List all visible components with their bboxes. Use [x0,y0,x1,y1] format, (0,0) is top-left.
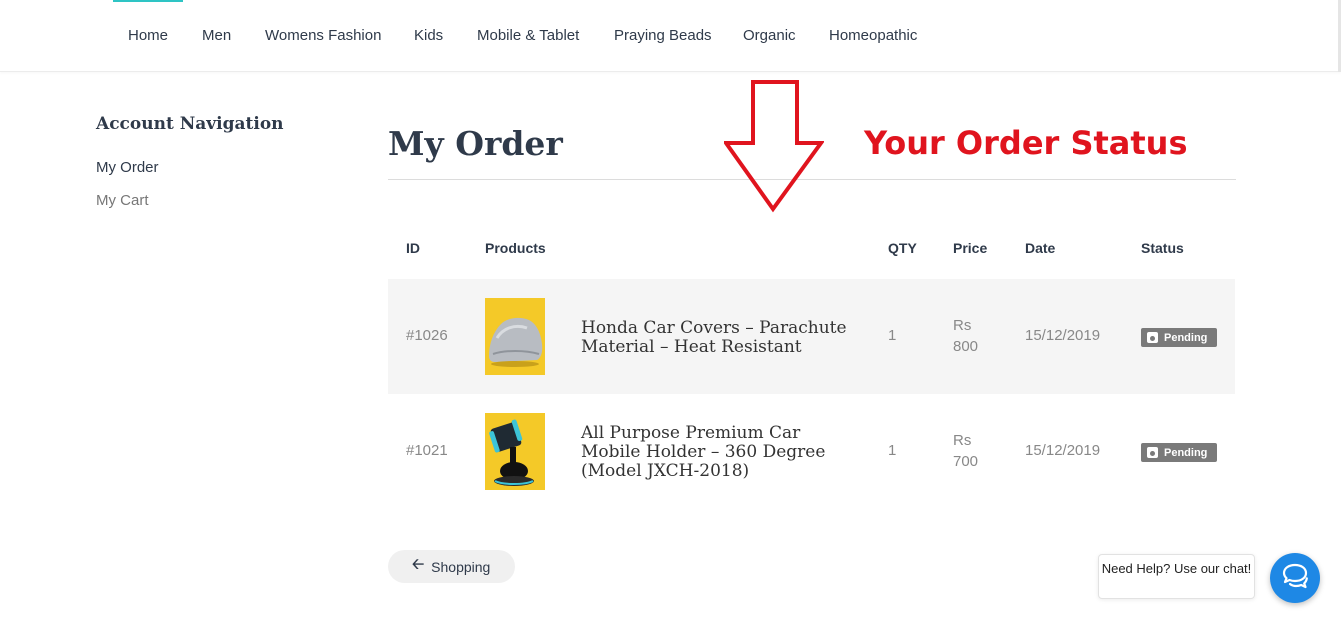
arrow-left-icon: 🡠 [412,556,425,573]
shopping-button-label: Shopping [431,558,491,575]
product-name[interactable]: Honda Car Covers – Parachute Material – … [581,319,861,357]
column-header-price: Price [953,240,988,256]
product-name[interactable]: All Purpose Premium Car Mobile Holder – … [581,424,861,481]
sidebar-item-my-order[interactable]: My Order [96,159,159,176]
status-label: Pending [1164,446,1208,459]
table-row: #1026 Honda Car Covers – Parachute Mater… [388,279,1235,394]
price-currency: Rs [953,317,972,334]
nav-item-homeopathic[interactable]: Homeopathic [829,27,917,44]
status-label: Pending [1164,331,1208,344]
status-badge: Pending [1141,443,1217,462]
nav-item-home[interactable]: Home [128,27,168,44]
car-cover-image [485,298,545,375]
nav-item-kids[interactable]: Kids [414,27,443,44]
nav-item-men[interactable]: Men [202,27,231,44]
nav-item-womens-fashion[interactable]: Womens Fashion [265,27,381,44]
nav-item-mobile-tablet[interactable]: Mobile & Tablet [477,27,579,44]
product-image[interactable] [485,298,545,375]
order-date: 15/12/2019 [1025,327,1101,344]
price-amount: 700 [953,453,979,470]
top-navigation: Home Men Womens Fashion Kids Mobile & Ta… [0,0,1341,72]
column-header-products: Products [485,240,546,256]
chat-help-bubble[interactable]: Need Help? Use our chat! [1098,554,1255,599]
column-header-qty: QTY [888,240,917,256]
order-qty: 1 [888,327,897,344]
page-title: My Order [388,124,563,163]
nav-item-organic[interactable]: Organic [743,27,796,44]
order-qty: 1 [888,442,897,459]
down-arrow-annotation-icon [724,80,824,213]
pending-icon [1147,332,1158,343]
account-navigation-title: Account Navigation [96,114,284,134]
nav-item-praying-beads[interactable]: Praying Beads [614,27,712,44]
chat-icon [1282,563,1308,589]
order-status-annotation: Your Order Status [864,124,1188,162]
column-header-status: Status [1141,240,1184,256]
order-id: #1021 [406,442,448,459]
order-price: Rs 700 [953,430,978,472]
status-badge: Pending [1141,328,1217,347]
order-date: 15/12/2019 [1025,442,1101,459]
pending-icon [1147,447,1158,458]
order-price: Rs 800 [953,315,978,357]
price-currency: Rs [953,432,972,449]
sidebar-item-my-cart[interactable]: My Cart [96,192,149,209]
shopping-button[interactable]: 🡠 Shopping [388,550,515,583]
product-image[interactable] [485,413,545,490]
price-amount: 800 [953,338,979,355]
table-row: #1021 All Purpose Premium Car Mobile Hol… [388,394,1235,509]
chat-button[interactable] [1270,553,1320,603]
column-header-date: Date [1025,240,1056,256]
car-mobile-holder-image [485,413,545,490]
active-nav-indicator [113,0,183,2]
column-header-id: ID [406,240,420,256]
order-id: #1026 [406,327,448,344]
